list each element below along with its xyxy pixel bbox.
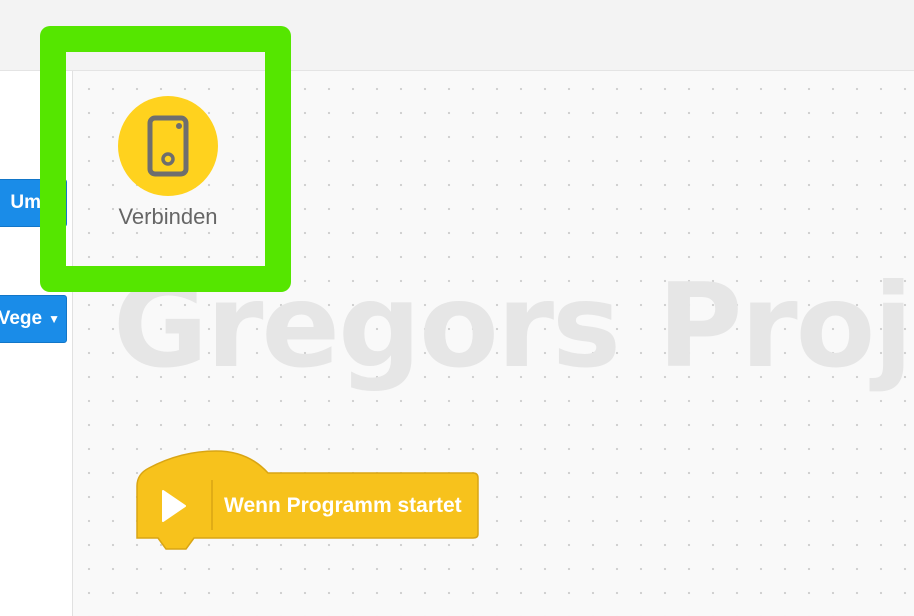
top-toolbar	[0, 0, 914, 71]
palette-block-label: Umdr	[10, 192, 60, 213]
play-icon	[162, 490, 186, 522]
block-palette: Umdr Vege ▼	[0, 71, 73, 616]
phone-icon	[147, 115, 189, 177]
connect-label: Verbinden	[118, 204, 218, 229]
connect-icon-circle	[118, 96, 218, 196]
palette-block-distance[interactable]: Vege ▼	[0, 295, 67, 343]
palette-block-rotate[interactable]: Umdr	[0, 179, 67, 227]
caret-down-icon[interactable]: ▼	[48, 312, 60, 326]
when-program-starts-block[interactable]: Wenn Programm startet	[136, 450, 480, 552]
project-name-watermark: Gregors Proj	[113, 259, 913, 394]
palette-block-label: Vege	[0, 308, 43, 329]
start-block-label: Wenn Programm startet	[224, 494, 462, 517]
connect-button[interactable]: Verbinden	[104, 96, 232, 236]
